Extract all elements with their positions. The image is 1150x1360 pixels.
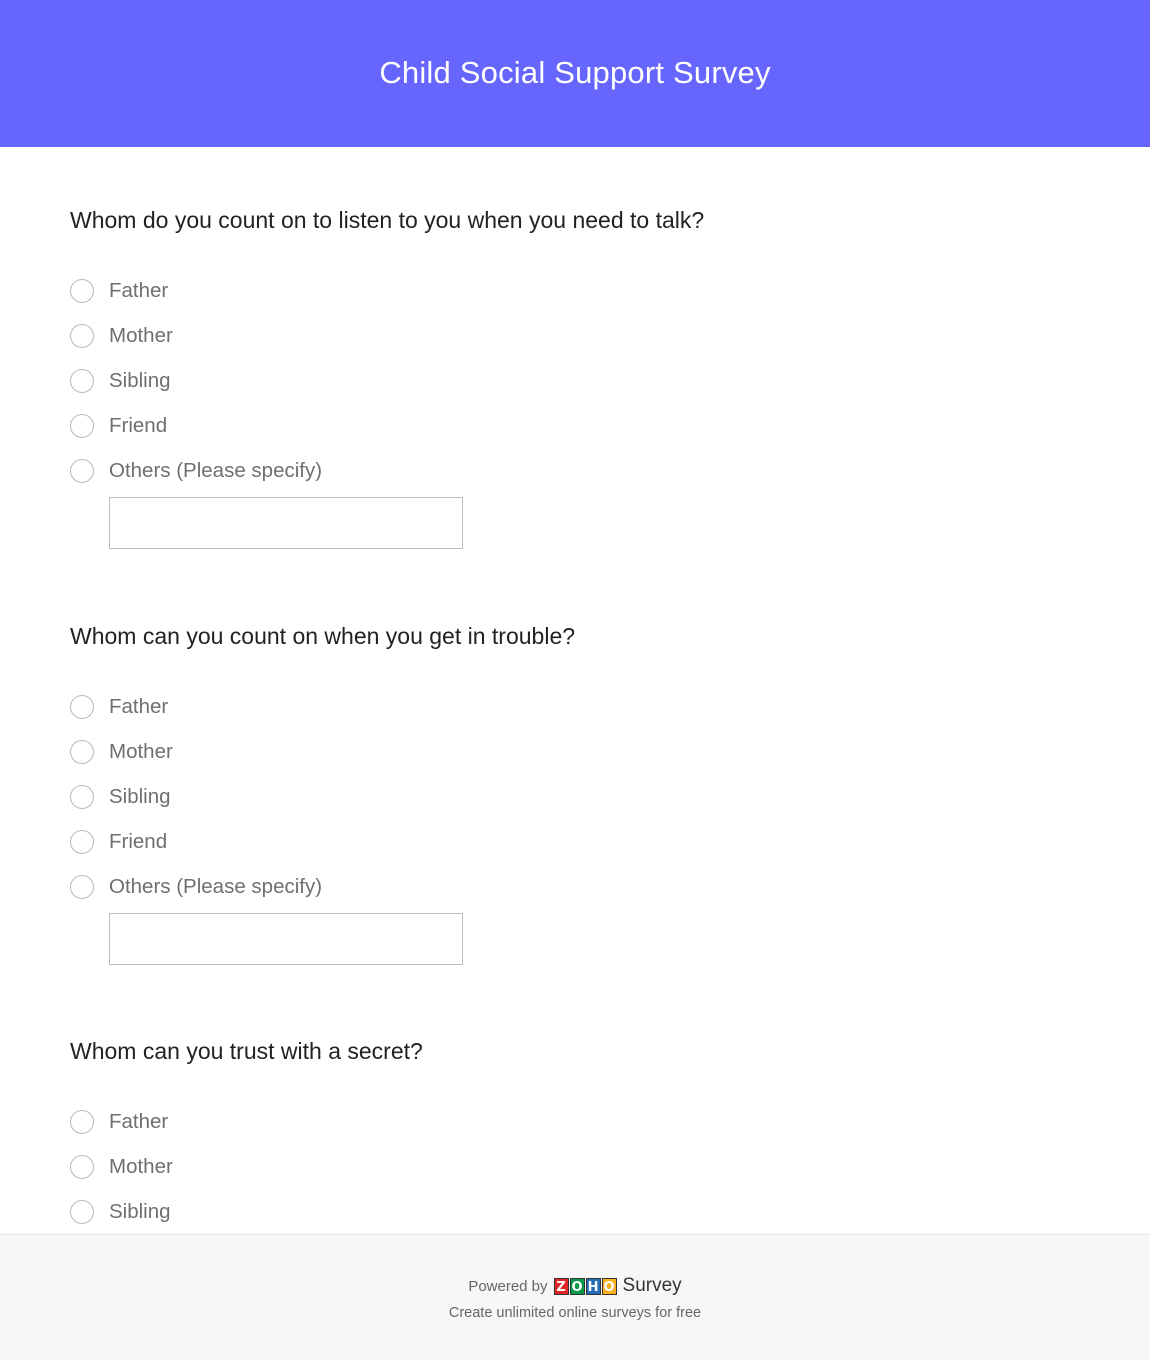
option-sibling[interactable]: Sibling [70,358,704,403]
radio-button[interactable] [70,739,94,764]
radio-button[interactable] [70,874,94,899]
option-label: Friend [109,829,168,853]
option-sibling[interactable]: Sibling [70,774,575,819]
option-label: Mother [109,323,173,347]
radio-button[interactable] [70,694,94,719]
question-1: Whom do you count on to listen to you wh… [70,206,704,549]
option-label: Father [109,278,169,302]
option-mother[interactable]: Mother [70,313,704,358]
radio-button[interactable] [70,784,94,809]
question-label: Whom can you trust with a secret? [70,1038,423,1064]
option-friend[interactable]: Friend [70,403,704,448]
option-label: Friend [109,413,168,437]
option-sibling[interactable]: Sibling [70,1189,423,1234]
radio-button[interactable] [70,1154,94,1179]
radio-button[interactable] [70,458,94,483]
logo-letter: Z [553,1277,569,1295]
radio-button[interactable] [70,278,94,303]
radio-button[interactable] [70,1199,94,1224]
others-specify-input[interactable] [109,497,463,549]
option-mother[interactable]: Mother [70,729,575,774]
radio-button[interactable] [70,829,94,854]
logo-letter: O [569,1277,585,1295]
option-father[interactable]: Father [70,684,575,729]
survey-header: Child Social Support Survey [0,0,1150,147]
question-label: Whom do you count on to listen to you wh… [70,207,705,233]
option-friend[interactable]: Friend [70,819,575,864]
radio-button[interactable] [70,323,94,348]
option-others[interactable]: Others (Please specify) [70,864,575,909]
zoho-survey-logo[interactable]: Z O H O Survey [553,1275,682,1297]
powered-by-row: Powered by Z O H O Survey [0,1275,1150,1297]
question-label: Whom can you count on when you get in tr… [70,623,576,649]
radio-button[interactable] [70,368,94,393]
option-label: Sibling [109,1199,171,1223]
radio-button[interactable] [70,1109,94,1134]
options-list: Father Mother Sibling Friend Others (Ple… [70,268,704,549]
powered-by-text: Powered by [468,1277,548,1295]
survey-title: Child Social Support Survey [379,54,771,90]
option-label: Others (Please specify) [109,874,323,898]
radio-button[interactable] [70,413,94,438]
option-label: Father [109,1109,169,1133]
option-mother[interactable]: Mother [70,1144,423,1189]
option-label: Mother [109,739,173,763]
option-others[interactable]: Others (Please specify) [70,448,704,493]
option-label: Mother [109,1154,173,1178]
option-label: Father [109,694,169,718]
survey-form: Whom do you count on to listen to you wh… [0,147,1150,1234]
option-father[interactable]: Father [70,268,704,313]
option-label: Sibling [109,784,171,808]
option-label: Sibling [109,368,171,392]
others-specify-input[interactable] [109,913,463,965]
question-3: Whom can you trust with a secret? Father… [70,1037,423,1234]
question-2: Whom can you count on when you get in tr… [70,622,575,965]
logo-product-name: Survey [622,1275,682,1296]
logo-letter: O [601,1277,617,1295]
footer: Powered by Z O H O Survey Create unlimit… [0,1234,1150,1360]
option-father[interactable]: Father [70,1099,423,1144]
footer-tagline[interactable]: Create unlimited online surveys for free [0,1305,1150,1321]
options-list: Father Mother Sibling Friend Others (Ple… [70,684,575,965]
options-list: Father Mother Sibling [70,1099,423,1234]
option-label: Others (Please specify) [109,458,323,482]
logo-letter: H [585,1277,601,1295]
